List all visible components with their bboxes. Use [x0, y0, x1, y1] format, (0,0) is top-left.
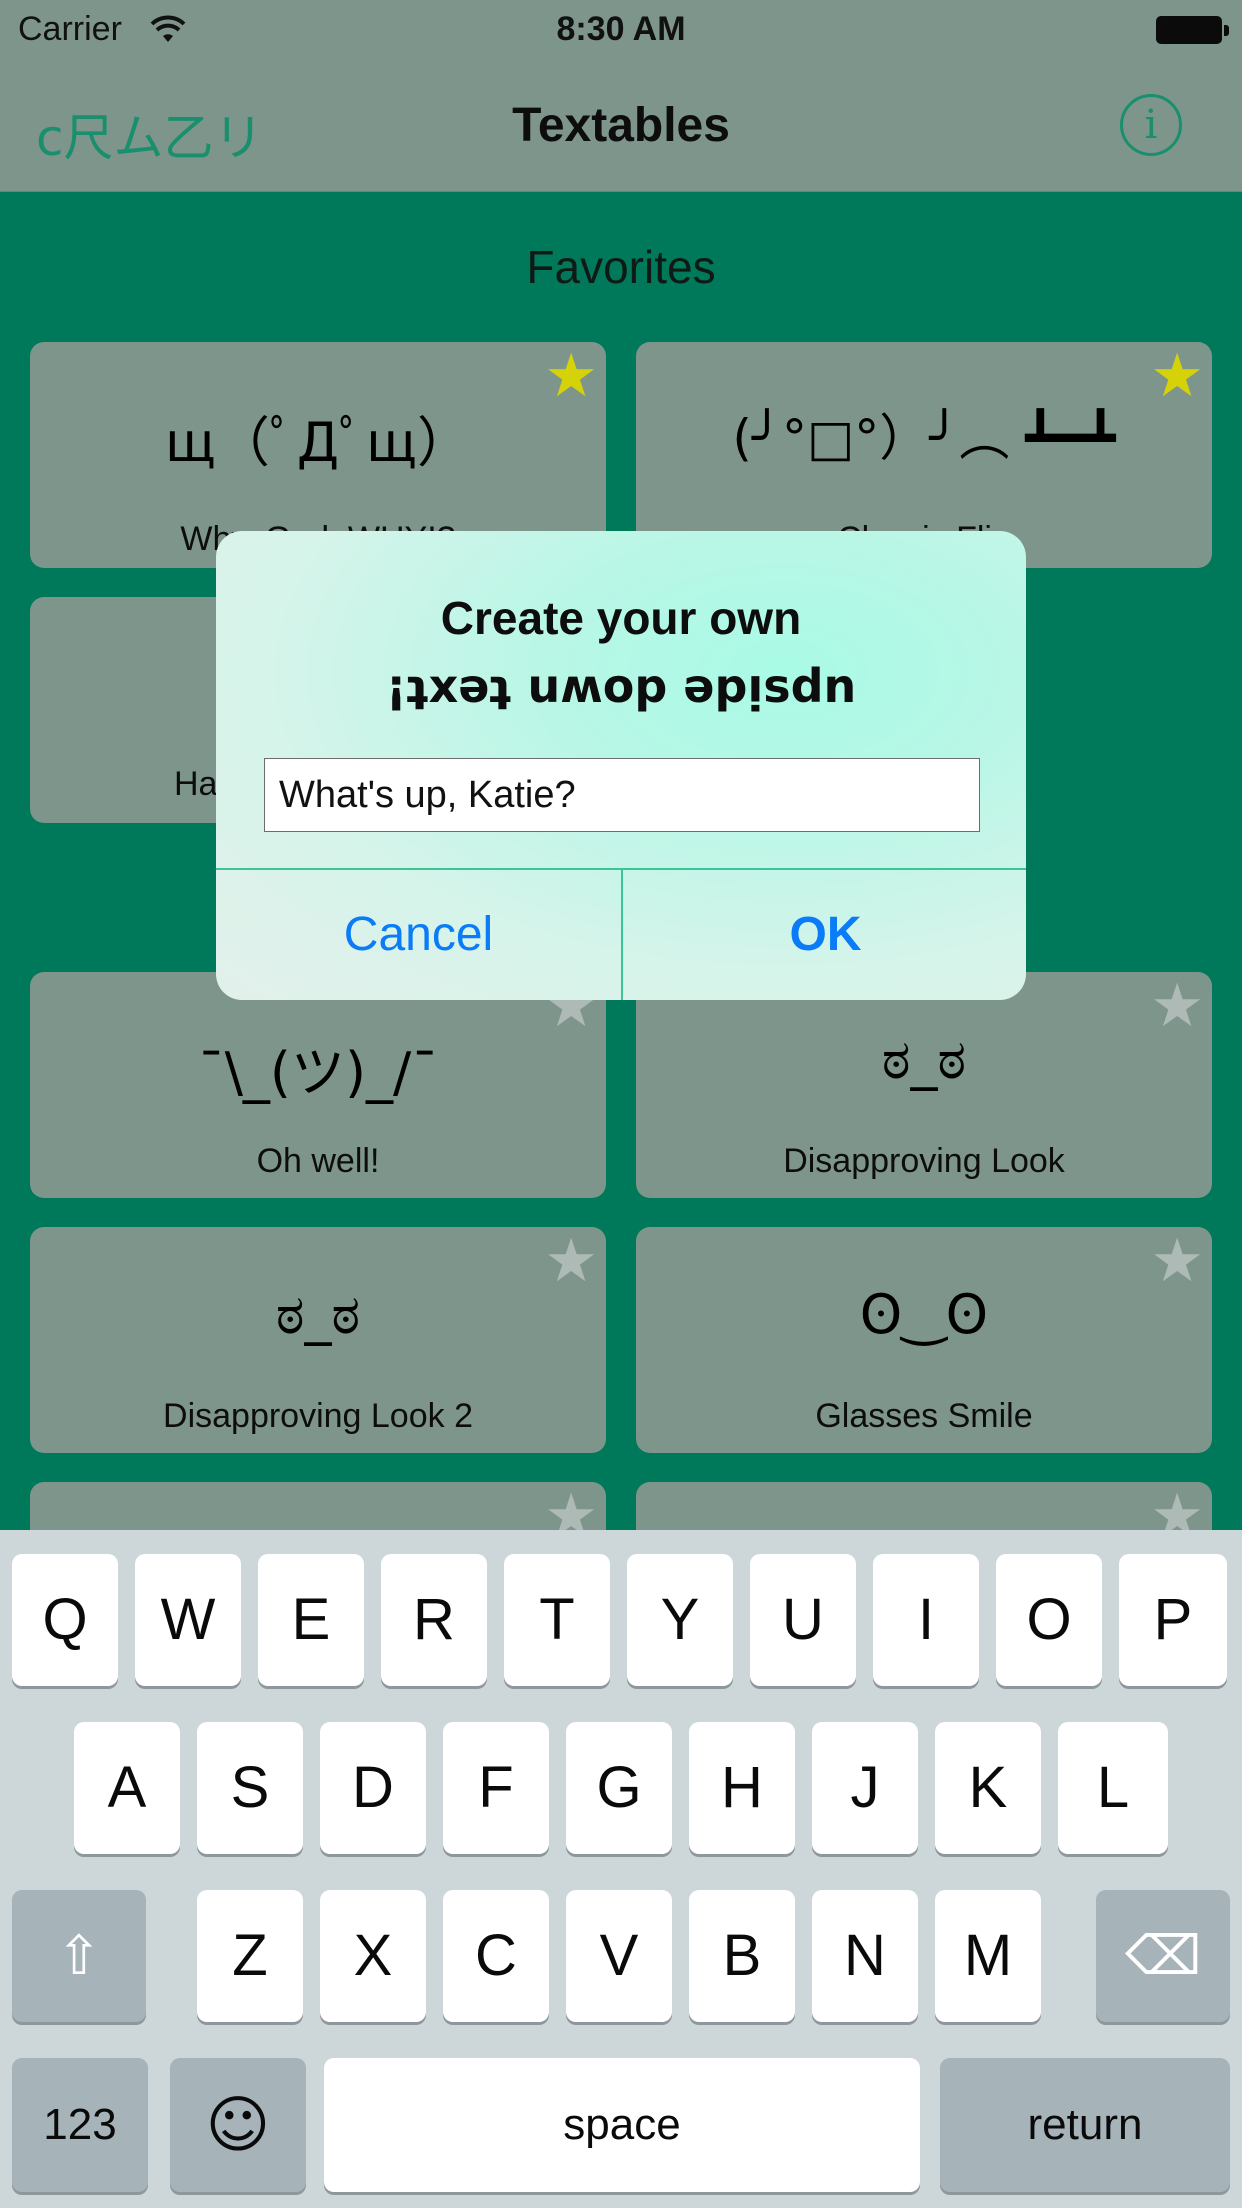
key-d[interactable]: D [320, 1722, 426, 1854]
key-w[interactable]: W [135, 1554, 241, 1686]
key-a[interactable]: A [74, 1722, 180, 1854]
shift-icon[interactable]: ⇧ [12, 1890, 146, 2022]
key-i[interactable]: I [873, 1554, 979, 1686]
battery-icon [1156, 16, 1229, 44]
numbers-key[interactable]: 123 [12, 2058, 148, 2192]
key-k[interactable]: K [935, 1722, 1041, 1854]
textable-card[interactable]: ʘ‿ʘ Glasses Smile ★ [636, 1227, 1212, 1453]
key-z[interactable]: Z [197, 1890, 303, 2022]
key-l[interactable]: L [1058, 1722, 1168, 1854]
key-p[interactable]: P [1119, 1554, 1227, 1686]
key-u[interactable]: U [750, 1554, 856, 1686]
key-f[interactable]: F [443, 1722, 549, 1854]
favorite-star-icon[interactable]: ★ [544, 346, 598, 406]
key-m[interactable]: M [935, 1890, 1041, 2022]
key-y[interactable]: Y [627, 1554, 733, 1686]
favorite-star-icon[interactable]: ★ [1150, 346, 1204, 406]
textable-card[interactable]: ¯\_(ツ)_/¯ Oh well! ★ [30, 972, 606, 1198]
card-face: ಠ_ಠ [881, 1028, 967, 1091]
navigation-bar: c尺ム乙リ Textables i [0, 62, 1242, 192]
emoji-icon[interactable]: ☺ [170, 2058, 306, 2192]
favorite-star-icon[interactable]: ★ [1150, 1231, 1204, 1291]
cancel-button[interactable]: Cancel [216, 870, 621, 1000]
key-e[interactable]: E [258, 1554, 364, 1686]
keyboard: Q W E R T Y U I O P A S D F G H J K L ⇧ … [0, 1530, 1242, 2208]
card-face: ಠ_ಠ [275, 1283, 361, 1346]
create-text-alert: Create your own ¡ʇxǝʇ uʍop ǝpᴉsdn What's… [216, 531, 1026, 1000]
delete-icon[interactable]: ⌫ [1096, 1890, 1230, 2022]
key-v[interactable]: V [566, 1890, 672, 2022]
page-title: Textables [512, 99, 730, 152]
key-h[interactable]: H [689, 1722, 795, 1854]
alert-subtitle: ¡ʇxǝʇ uʍop ǝpᴉsdn [385, 659, 857, 713]
card-face: ¯\_(ツ)_/¯ [197, 1041, 439, 1104]
alert-title: Create your own [440, 592, 802, 644]
card-name: Glasses Smile [815, 1397, 1033, 1435]
card-face: щ（ﾟДﾟщ） [165, 411, 471, 474]
text-input[interactable]: What's up, Katie? [264, 758, 980, 832]
section-title-favorites: Favorites [526, 241, 716, 293]
key-x[interactable]: X [320, 1890, 426, 2022]
textable-card[interactable]: ★ [636, 1482, 1212, 1546]
card-face: ʘ‿ʘ [859, 1283, 989, 1346]
key-s[interactable]: S [197, 1722, 303, 1854]
textable-card[interactable]: ಠ_ಠ Disapproving Look 2 ★ [30, 1227, 606, 1453]
return-key[interactable]: return [940, 2058, 1230, 2192]
clock: 8:30 AM [556, 10, 686, 48]
ok-button[interactable]: OK [623, 870, 1026, 1000]
key-q[interactable]: Q [12, 1554, 118, 1686]
favorite-star-icon[interactable]: ★ [1150, 976, 1204, 1036]
key-n[interactable]: N [812, 1890, 918, 2022]
key-j[interactable]: J [812, 1722, 918, 1854]
favorite-star-icon[interactable]: ★ [544, 1231, 598, 1291]
card-name: Disapproving Look 2 [163, 1397, 473, 1435]
card-name: Oh well! [256, 1142, 380, 1180]
key-c[interactable]: C [443, 1890, 549, 2022]
space-key[interactable]: space [324, 2058, 920, 2192]
key-o[interactable]: O [996, 1554, 1102, 1686]
card-name: Disapproving Look [783, 1142, 1065, 1180]
textable-card[interactable]: ★ [30, 1482, 606, 1546]
key-r[interactable]: R [381, 1554, 487, 1686]
key-t[interactable]: T [504, 1554, 610, 1686]
key-g[interactable]: G [566, 1722, 672, 1854]
key-b[interactable]: B [689, 1890, 795, 2022]
info-icon[interactable]: i [1120, 94, 1182, 156]
status-bar: Carrier 8:30 AM [0, 0, 1242, 62]
textable-card[interactable]: ಠ_ಠ Disapproving Look ★ [636, 972, 1212, 1198]
card-face: (╯°□°）╯︵ ┻━┻ [732, 409, 1116, 467]
